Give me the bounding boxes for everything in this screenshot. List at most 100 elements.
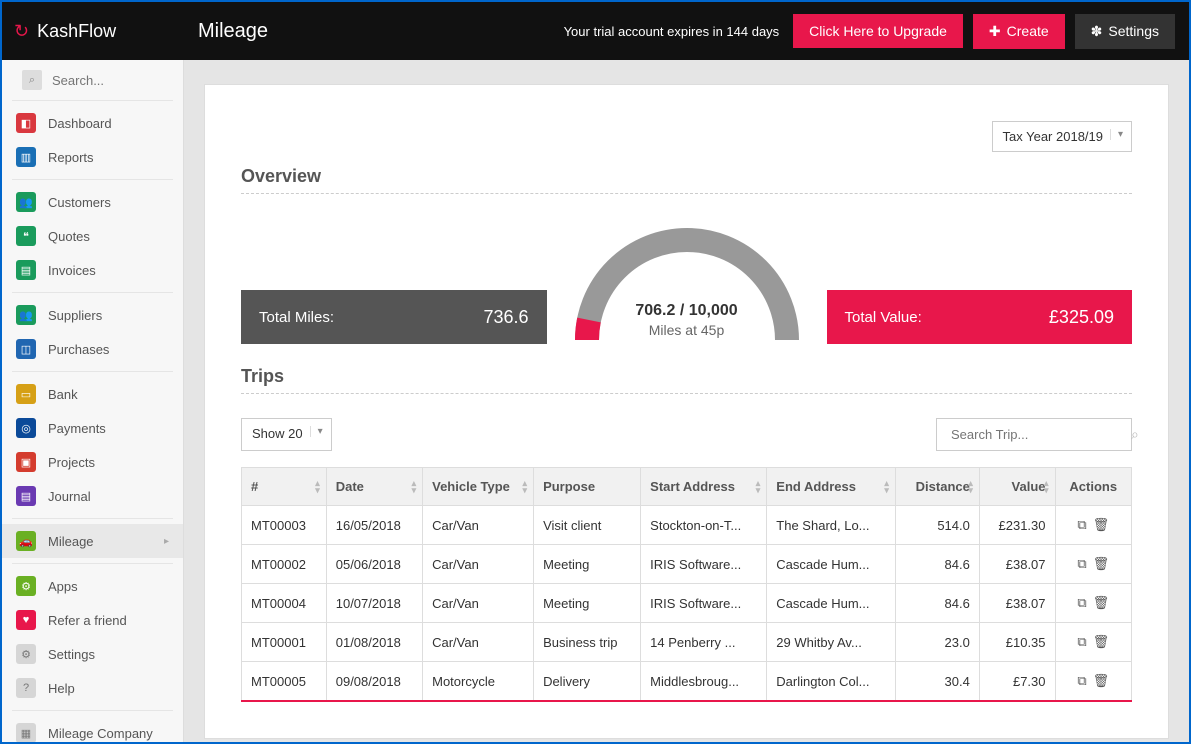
nav-mileage[interactable]: 🚗Mileage▸ — [2, 524, 183, 558]
table-row[interactable]: MT0000205/06/2018Car/VanMeetingIRIS Soft… — [242, 545, 1132, 584]
show-count-selector[interactable]: Show 20 — [241, 418, 332, 451]
copy-icon[interactable]: ⧉ — [1077, 556, 1086, 572]
trash-icon[interactable]: 🗑 — [1093, 517, 1110, 533]
total-miles-card: Total Miles: 736.6 — [241, 290, 547, 344]
cell-distance: 84.6 — [895, 584, 979, 623]
trash-icon[interactable]: 🗑 — [1093, 556, 1110, 572]
overview-heading: Overview — [241, 166, 1132, 194]
copy-icon[interactable]: ⧉ — [1077, 634, 1086, 650]
col-start[interactable]: Start Address▴▾ — [641, 468, 767, 506]
col-date[interactable]: Date▴▾ — [326, 468, 422, 506]
nav-dashboard[interactable]: ◧Dashboard — [12, 106, 173, 140]
total-value-value: £325.09 — [1049, 307, 1114, 328]
cell-actions: ⧉🗑 — [1055, 623, 1131, 662]
page-title: Mileage — [184, 20, 268, 43]
cell-id: MT00003 — [242, 506, 327, 545]
chevron-right-icon: ▸ — [164, 536, 169, 547]
cell-value: £38.07 — [979, 584, 1055, 623]
nav-company[interactable]: ▦Mileage Company — [12, 716, 173, 742]
sidebar: ⌕ ◧Dashboard ▥Reports 👥Customers ❝Quotes… — [2, 60, 184, 742]
col-vehicle[interactable]: Vehicle Type▴▾ — [423, 468, 534, 506]
purchases-icon: ◫ — [16, 339, 36, 359]
sort-icon: ▴▾ — [412, 480, 417, 494]
nav-journal[interactable]: ▤Journal — [12, 479, 173, 513]
cell-end: Cascade Hum... — [767, 584, 896, 623]
cell-start: Stockton-on-T... — [641, 506, 767, 545]
col-distance[interactable]: Distance▴▾ — [895, 468, 979, 506]
sort-icon: ▴▾ — [315, 480, 320, 494]
search-trip[interactable]: ⌕ — [936, 418, 1132, 451]
cell-purpose: Delivery — [534, 662, 641, 702]
table-row[interactable]: MT0000410/07/2018Car/VanMeetingIRIS Soft… — [242, 584, 1132, 623]
upgrade-button[interactable]: Click Here to Upgrade — [793, 14, 963, 48]
cell-vehicle: Car/Van — [423, 545, 534, 584]
cell-id: MT00002 — [242, 545, 327, 584]
settings-button[interactable]: ✽Settings — [1075, 14, 1175, 49]
search-trip-input[interactable] — [947, 419, 1131, 450]
copy-icon[interactable]: ⧉ — [1077, 673, 1086, 689]
nav-purchases[interactable]: ◫Purchases — [12, 332, 173, 366]
logo[interactable]: ↻ KashFlow — [14, 21, 184, 42]
sort-icon: ▴▾ — [523, 480, 528, 494]
col-actions: Actions — [1055, 468, 1131, 506]
cell-end: 29 Whitby Av... — [767, 623, 896, 662]
cell-end: The Shard, Lo... — [767, 506, 896, 545]
cell-actions: ⧉🗑 — [1055, 506, 1131, 545]
sort-icon: ▴▾ — [884, 480, 889, 494]
copy-icon[interactable]: ⧉ — [1077, 595, 1086, 611]
app-name: KashFlow — [37, 21, 116, 42]
sort-icon: ▴▾ — [756, 480, 761, 494]
search-input[interactable] — [52, 73, 152, 88]
cell-value: £10.35 — [979, 623, 1055, 662]
trash-icon[interactable]: 🗑 — [1093, 673, 1110, 689]
tax-year-selector[interactable]: Tax Year 2018/19 — [992, 121, 1132, 152]
main-content: Tax Year 2018/19 Overview Total Miles: 7… — [184, 60, 1189, 742]
cell-distance: 84.6 — [895, 545, 979, 584]
total-miles-label: Total Miles: — [259, 309, 334, 326]
col-purpose[interactable]: Purpose — [534, 468, 641, 506]
trash-icon[interactable]: 🗑 — [1093, 595, 1110, 611]
cell-start: Middlesbroug... — [641, 662, 767, 702]
journal-icon: ▤ — [16, 486, 36, 506]
customers-icon: 👥 — [16, 192, 36, 212]
nav-projects[interactable]: ▣Projects — [12, 445, 173, 479]
nav-reports[interactable]: ▥Reports — [12, 140, 173, 174]
nav-bank[interactable]: ▭Bank — [12, 377, 173, 411]
table-row[interactable]: MT0000316/05/2018Car/VanVisit clientStoc… — [242, 506, 1132, 545]
payments-icon: ◎ — [16, 418, 36, 438]
copy-icon[interactable]: ⧉ — [1077, 517, 1086, 533]
table-row[interactable]: MT0000509/08/2018MotorcycleDeliveryMiddl… — [242, 662, 1132, 702]
nav-quotes[interactable]: ❝Quotes — [12, 219, 173, 253]
nav-settings[interactable]: ⚙Settings — [12, 637, 173, 671]
cell-value: £231.30 — [979, 506, 1055, 545]
table-row[interactable]: MT0000101/08/2018Car/VanBusiness trip14 … — [242, 623, 1132, 662]
cell-purpose: Meeting — [534, 545, 641, 584]
trips-heading: Trips — [241, 366, 1132, 394]
sidebar-search[interactable]: ⌕ — [12, 60, 173, 101]
total-value-label: Total Value: — [845, 309, 922, 326]
nav-customers[interactable]: 👥Customers — [12, 185, 173, 219]
create-button[interactable]: ✚Create — [973, 14, 1065, 49]
cell-id: MT00005 — [242, 662, 327, 702]
col-end[interactable]: End Address▴▾ — [767, 468, 896, 506]
col-value[interactable]: Value▴▾ — [979, 468, 1055, 506]
mileage-icon: 🚗 — [16, 531, 36, 551]
col-num[interactable]: #▴▾ — [242, 468, 327, 506]
cell-distance: 30.4 — [895, 662, 979, 702]
trash-icon[interactable]: 🗑 — [1093, 634, 1110, 650]
nav-refer[interactable]: ♥Refer a friend — [12, 603, 173, 637]
heart-icon: ♥ — [16, 610, 36, 630]
nav-help[interactable]: ?Help — [12, 671, 173, 705]
cell-vehicle: Car/Van — [423, 506, 534, 545]
nav-apps[interactable]: ⚙Apps — [12, 569, 173, 603]
cell-start: 14 Penberry ... — [641, 623, 767, 662]
gear-icon: ⚙ — [16, 644, 36, 664]
nav-invoices[interactable]: ▤Invoices — [12, 253, 173, 287]
total-value-card: Total Value: £325.09 — [827, 290, 1133, 344]
gauge-value: 706.2 / 10,000 — [547, 302, 827, 320]
nav-suppliers[interactable]: 👥Suppliers — [12, 298, 173, 332]
sort-icon: ▴▾ — [1044, 480, 1049, 494]
suppliers-icon: 👥 — [16, 305, 36, 325]
search-icon: ⌕ — [22, 70, 42, 90]
nav-payments[interactable]: ◎Payments — [12, 411, 173, 445]
